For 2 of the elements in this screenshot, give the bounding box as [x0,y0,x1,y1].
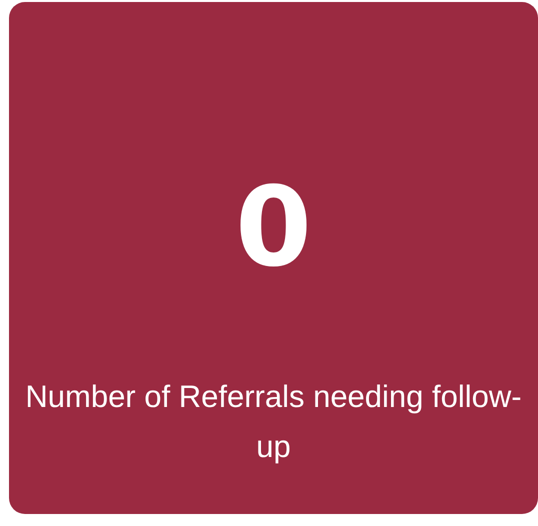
count-value: 0 [235,172,312,282]
tile-label: Number of Referrals needing follow-up [24,378,523,466]
